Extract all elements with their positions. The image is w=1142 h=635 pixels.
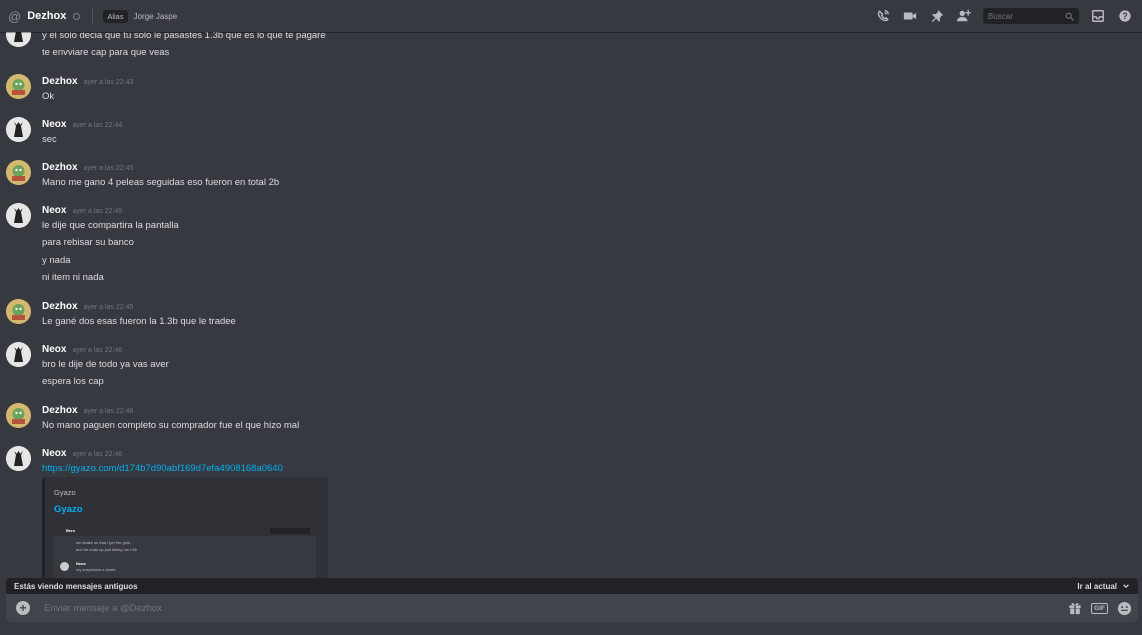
- author-name[interactable]: Dezhox: [42, 405, 78, 416]
- jump-to-present-label: Ir al actual: [1077, 581, 1117, 591]
- avatar[interactable]: [6, 203, 31, 228]
- inbox-icon[interactable]: [1089, 7, 1107, 25]
- thumbnail-title: Bero: [66, 528, 76, 533]
- dm-name: Dezhox: [27, 10, 67, 22]
- message-header: Dezhox ayer a las 22:46: [42, 405, 133, 416]
- thumbnail-avatar: [60, 562, 69, 571]
- thumbnail-author: Neox: [76, 561, 86, 566]
- alias-name: Jorge Jaspe: [133, 11, 178, 21]
- message-header: Dezhox ayer a las 22:45: [42, 162, 133, 173]
- gif-button[interactable]: GIF: [1091, 602, 1108, 614]
- message-text: le dije que compartira la pantalla: [42, 220, 179, 231]
- pin-icon[interactable]: [928, 7, 946, 25]
- message-header: Neox ayer a las 22:45: [42, 205, 122, 216]
- avatar[interactable]: [6, 160, 31, 185]
- search-placeholder: Buscar: [988, 11, 1013, 21]
- thumbnail-header: Bero: [54, 526, 316, 536]
- timestamp: ayer a las 22:45: [83, 304, 134, 311]
- message-link[interactable]: https://gyazo.com/d174b7d90abf169d7efa49…: [42, 463, 283, 474]
- avatar[interactable]: [6, 117, 31, 142]
- avatar[interactable]: [6, 403, 31, 428]
- message-text: Ok: [42, 91, 55, 102]
- thumbnail-text: we shake so that i get the gold: [76, 540, 131, 545]
- avatar[interactable]: [6, 299, 31, 324]
- channel-header: @ Dezhox Alias Jorge Jaspe Buscar ?: [0, 0, 1142, 32]
- emoji-icon[interactable]: [1117, 601, 1132, 616]
- message-text: para rebisar su banco: [42, 237, 134, 248]
- author-name[interactable]: Dezhox: [42, 162, 78, 173]
- timestamp: ayer a las 22:44: [72, 122, 123, 129]
- avatar[interactable]: [6, 32, 31, 47]
- gif-label: GIF: [1091, 602, 1108, 614]
- message-header: Neox ayer a las 22:46: [42, 448, 122, 459]
- timestamp: ayer a las 22:43: [83, 79, 134, 86]
- message-composer: + GIF: [6, 594, 1138, 622]
- message-text: sec: [42, 134, 57, 145]
- add-friend-icon[interactable]: [955, 7, 973, 25]
- avatar[interactable]: [6, 446, 31, 471]
- author-name[interactable]: Neox: [42, 448, 66, 459]
- avatar[interactable]: [6, 342, 31, 367]
- message-header: Neox ayer a las 22:44: [42, 119, 122, 130]
- at-icon: @: [8, 8, 22, 24]
- message-text: y nada: [42, 255, 71, 266]
- help-icon[interactable]: ?: [1116, 7, 1134, 25]
- message-list: y el solo decia que tu solo le pasastes …: [0, 32, 1142, 578]
- message-text: No mano paguen completo su comprador fue…: [42, 420, 300, 431]
- message-text: Le gané dos esas fueron la 1.3b que le t…: [42, 316, 236, 327]
- embed-thumbnail[interactable]: Bero we shake so that i get the gold and…: [54, 526, 316, 578]
- thumbnail-text: my suspicions a dumb: [76, 567, 116, 572]
- video-call-icon[interactable]: [901, 7, 919, 25]
- embed-title[interactable]: Gyazo: [54, 504, 83, 515]
- timestamp: ayer a las 22:46: [83, 408, 134, 415]
- svg-text:?: ?: [1122, 11, 1127, 21]
- status-indicator: [73, 12, 81, 20]
- embed-provider[interactable]: Gyazo: [54, 488, 76, 497]
- upload-plus-icon[interactable]: +: [16, 601, 30, 615]
- author-name[interactable]: Dezhox: [42, 301, 78, 312]
- message-input[interactable]: [42, 601, 1060, 615]
- message-text: y el solo decia que tu solo le pasastes …: [42, 32, 326, 41]
- jump-to-present-button[interactable]: Ir al actual: [1077, 582, 1130, 591]
- gift-icon[interactable]: [1068, 601, 1082, 615]
- timestamp: ayer a las 22:45: [83, 165, 134, 172]
- header-divider: [92, 9, 94, 23]
- message-text: bro le dije de todo ya vas aver: [42, 359, 169, 370]
- author-name[interactable]: Dezhox: [42, 76, 78, 87]
- author-name[interactable]: Neox: [42, 344, 66, 355]
- old-messages-text: Estás viendo mensajes antiguos: [14, 581, 138, 591]
- chevron-down-icon: [1123, 584, 1129, 589]
- message-text: ni item ni nada: [42, 272, 104, 283]
- timestamp: ayer a las 22:45: [72, 208, 123, 215]
- header-toolbar: Buscar ?: [865, 0, 1142, 32]
- message-text: espera los cap: [42, 376, 104, 387]
- old-messages-bar: Estás viendo mensajes antiguos Ir al act…: [6, 578, 1138, 594]
- search-input[interactable]: Buscar: [983, 8, 1079, 24]
- avatar[interactable]: [6, 74, 31, 99]
- message-header: Neox ayer a las 22:46: [42, 344, 122, 355]
- message-header: Dezhox ayer a las 22:43: [42, 76, 133, 87]
- author-name[interactable]: Neox: [42, 119, 66, 130]
- link-embed: Gyazo Gyazo Bero we shake so that i get …: [42, 477, 328, 578]
- message-header: Dezhox ayer a las 22:45: [42, 301, 133, 312]
- message-text: te envviare cap para que veas: [42, 47, 170, 58]
- timestamp: ayer a las 22:46: [72, 347, 123, 354]
- alias-tag: Alias: [103, 9, 128, 23]
- message-text: Mano me gano 4 peleas seguidas eso fuero…: [42, 177, 280, 188]
- composer-icons: GIF: [1059, 601, 1132, 616]
- author-name[interactable]: Neox: [42, 205, 66, 216]
- timestamp: ayer a las 22:46: [72, 451, 123, 458]
- thumbnail-text: and he ends up just telling me h3b: [76, 547, 137, 552]
- thumbnail-search: [270, 528, 310, 534]
- search-icon: [1065, 12, 1074, 21]
- voice-call-icon[interactable]: [874, 7, 892, 25]
